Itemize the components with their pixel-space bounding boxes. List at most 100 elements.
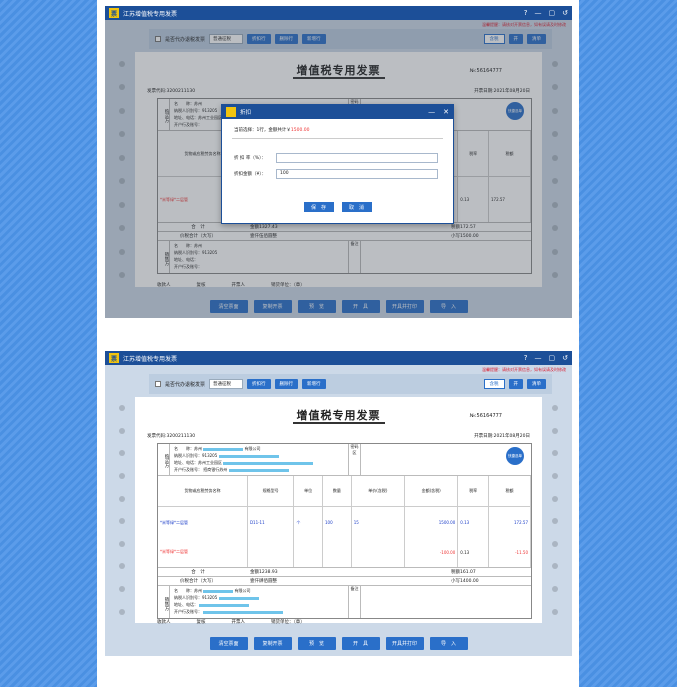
save-button[interactable]: 保 存 [303, 202, 334, 212]
col-header: 货物或应税劳务名称 [158, 476, 248, 508]
preview-button[interactable]: 预 览 [297, 637, 336, 650]
table-row[interactable]: *米等绿*二层管 -100.00 0.13 -11.50 [158, 537, 532, 567]
seller-tax-id[interactable]: 纳税人识别号：913205 [174, 595, 217, 600]
price-total-words: 壹仟肆佰圆整 [250, 579, 277, 584]
add-row-button[interactable]: 新增行 [302, 379, 326, 389]
item-name[interactable]: *米等绿*二层管 [158, 506, 248, 538]
discount-amount: -100.00 [404, 537, 459, 567]
tax-included-toggle[interactable]: 开 [508, 379, 523, 389]
discount-item-name: *米等绿*二层管 [158, 537, 248, 567]
seller-addr[interactable]: 地址、电话： [174, 602, 198, 607]
signature-line: 收款人 复核 开票人 销货单位：（章） [157, 619, 532, 625]
maximize-icon[interactable]: ▢ [549, 354, 556, 362]
buyer-tax-id[interactable]: 纳税人识别号：913205 [174, 453, 217, 458]
seller-label: 销售方 [158, 586, 170, 618]
discount-rate-label: 折 扣 率（%）： [234, 156, 266, 161]
clear-button[interactable]: 清空票面 [209, 637, 248, 650]
item-rate[interactable]: 0.13 [457, 506, 489, 538]
buyer-addr[interactable]: 地址、电话：苏州工业园区 [174, 460, 222, 465]
app-logo-icon: 票 [109, 8, 119, 18]
buyer-section: 购买方 名 称：苏州 有限公司 纳税人识别号：913205 地址、电话：苏州工业… [158, 444, 531, 476]
invoice-date: 开票日期:2021年08月20日 [474, 434, 530, 439]
action-bar: 清空票面 复制开票 预 览 开 具 开具并打印 导 入 [105, 637, 572, 650]
maximize-icon[interactable]: ▢ [549, 9, 556, 17]
item-unit[interactable]: 个 [293, 506, 324, 538]
col-header: 数量 [322, 476, 352, 508]
delete-row-button[interactable]: 删除行 [274, 379, 299, 389]
discount-amount-input[interactable]: 100 [276, 169, 438, 179]
invoice-number: №:56164777 [469, 413, 502, 419]
items-section: 货物或应税劳务名称 规格型号 单位 数量 单价(含税) 金额(含税) 税率 税额… [158, 476, 532, 568]
page: 票 江苏增值税专用发票 ? — ▢ ↺ 温馨提醒：请核对开票信息，如有误请及时修… [97, 0, 579, 687]
app-title: 江苏增值税专用发票 [123, 355, 178, 363]
selected-amount: 1500.00 [290, 128, 310, 133]
discount-rate-input[interactable] [276, 153, 438, 163]
table-row[interactable]: *米等绿*二层管 D11-11 个 100 15 1500.00 0.13 17… [158, 506, 532, 538]
close-icon[interactable]: ✕ [443, 108, 449, 116]
issue-button[interactable]: 开 具 [341, 637, 380, 650]
import-button[interactable]: 导 入 [429, 637, 468, 650]
total-tax: 税额161.07 [451, 570, 476, 575]
col-header: 税率 [457, 476, 489, 508]
invoice-code: 发票代码:3200211130 [147, 434, 196, 439]
app-logo-icon: 票 [109, 353, 119, 363]
col-header: 单位 [293, 476, 324, 508]
buyer-name-suffix: 有限公司 [244, 446, 261, 451]
price-total-row: 价税合计（大写） 壹仟肆佰圆整 小写1400.00 [158, 577, 531, 586]
col-header: 规格型号 [247, 476, 295, 508]
buyer-bank-value: 招商银行苏州 [203, 467, 228, 472]
list-button[interactable]: 清单 [527, 379, 546, 389]
tax-included-label: 含税 [483, 379, 505, 389]
col-header: 金额(含税) [404, 476, 459, 508]
reviewer-label[interactable]: 复核 [197, 619, 206, 625]
cipher-label: 密码区 [348, 444, 360, 475]
buyer-label: 购买方 [158, 444, 170, 475]
help-icon[interactable]: ? [524, 9, 528, 17]
col-header: 单价(含税) [351, 476, 406, 508]
drawer-label[interactable]: 开票人 [232, 619, 246, 625]
invoice-sheet: 增值税专用发票 №:56164777 发票代码:3200211130 开票日期:… [119, 397, 558, 625]
help-icon[interactable]: ? [524, 354, 528, 362]
cipher-area [360, 444, 531, 475]
seller-section: 销售方 名 称：苏州 有限公司 纳税人识别号：913205 地址、电话： 开户行… [158, 586, 531, 618]
col-header: 税额 [488, 476, 532, 508]
payee-label[interactable]: 收款人 [157, 619, 171, 625]
discount-tax: -11.50 [488, 537, 532, 567]
screenshot-discount-dialog: 票 江苏增值税专用发票 ? — ▢ ↺ 温馨提醒：请核对开票信息，如有误请及时修… [105, 6, 572, 318]
discount-row-button[interactable]: 折扣行 [247, 379, 271, 389]
screenshot-discount-applied: 票 江苏增值税专用发票 ? — ▢ ↺ 温馨提醒：请核对开票信息，如有误请及时修… [105, 351, 572, 656]
refresh-icon[interactable]: ↺ [562, 9, 568, 17]
title-bar: 票 江苏增值税专用发票 ? — ▢ ↺ [105, 351, 572, 365]
seller-bank[interactable]: 开户行及账号： [174, 609, 202, 614]
title-bar: 票 江苏增值税专用发票 ? — ▢ ↺ [105, 6, 572, 20]
item-spec[interactable]: D11-11 [247, 506, 295, 538]
agent-checkbox[interactable] [155, 381, 161, 387]
issue-print-button[interactable]: 开具并打印 [385, 637, 424, 650]
minimize-icon[interactable]: — [428, 108, 435, 116]
seller-name[interactable]: 名 称：苏州 [174, 588, 202, 593]
minimize-icon[interactable]: — [535, 9, 542, 17]
remark-area[interactable] [360, 586, 531, 618]
invoice-kind-select[interactable]: 普通征税 [209, 379, 244, 389]
invoice-grid: 购买方 名 称：苏州 有限公司 纳税人识别号：913205 地址、电话：苏州工业… [157, 443, 532, 619]
discount-rate: 0.13 [457, 537, 489, 567]
seller-unit-label: 销货单位：（章） [271, 620, 305, 625]
buyer-name[interactable]: 名 称：苏州 [174, 446, 202, 451]
dialog-title: 折扣 [240, 110, 252, 116]
price-total-small: 小写1400.00 [451, 579, 479, 584]
refresh-icon[interactable]: ↺ [562, 354, 568, 362]
total-row: 合 计 金额1238.93 税额161.07 [158, 568, 531, 577]
item-qty[interactable]: 100 [322, 506, 352, 538]
discount-amount-label: 折扣金额（¥）： [234, 172, 267, 177]
item-price[interactable]: 15 [351, 506, 406, 538]
discount-dialog: 折扣 — ✕ 当前选择：1行，金额共计￥1500.00 折 扣 率（%）： 折扣… [221, 104, 454, 224]
copy-button[interactable]: 复制开票 [253, 637, 292, 650]
seller-name-suffix: 有限公司 [234, 588, 251, 593]
item-tax: 172.57 [488, 506, 532, 538]
buyer-bank[interactable]: 开户行及账号： [174, 467, 202, 472]
minimize-icon[interactable]: — [535, 354, 542, 362]
agent-checkbox-label: 是否代办退税发票 [165, 381, 206, 388]
cancel-button[interactable]: 取 消 [341, 202, 372, 212]
toolbar: 是否代办退税发票 普通征税 折扣行 删除行 新增行 含税 开 清单 [149, 374, 552, 394]
item-amount[interactable]: 1500.00 [404, 506, 459, 538]
